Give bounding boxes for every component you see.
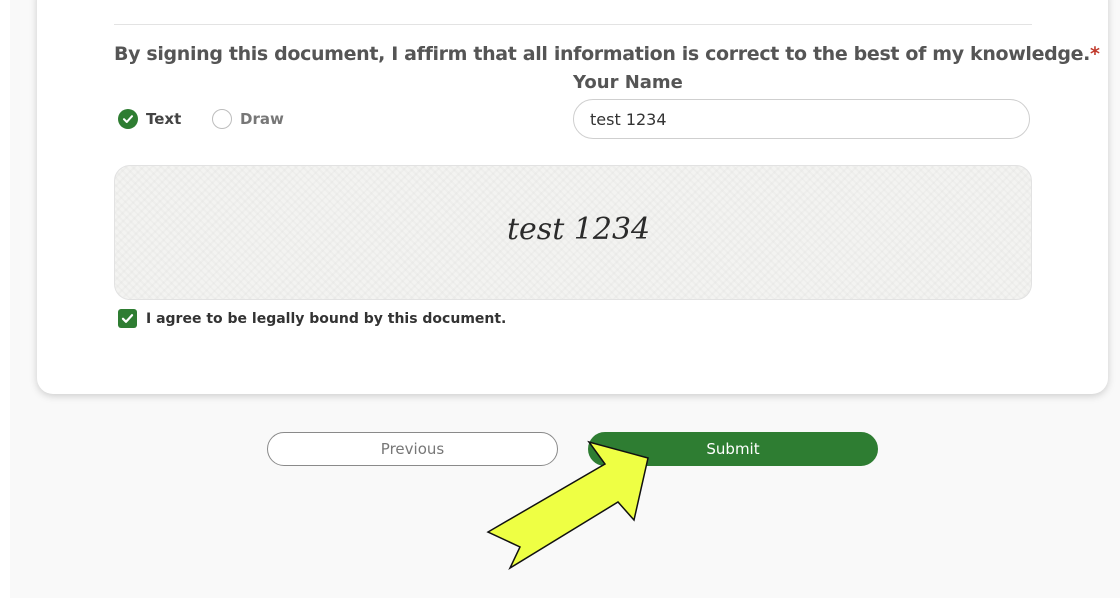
mode-text-label: Text — [146, 110, 182, 128]
signature-preview-area[interactable]: test 1234 — [114, 165, 1032, 300]
agree-checkbox-row[interactable]: I agree to be legally bound by this docu… — [118, 309, 506, 328]
mode-draw-label: Draw — [240, 110, 284, 128]
checkmark-icon[interactable] — [118, 309, 137, 328]
required-marker: * — [1090, 43, 1100, 65]
signature-preview-text: test 1234 — [507, 212, 651, 247]
affirmation-text: By signing this document, I affirm that … — [114, 43, 1091, 65]
your-name-label: Your Name — [573, 72, 683, 93]
affirmation-statement: By signing this document, I affirm that … — [114, 43, 1100, 65]
agree-label: I agree to be legally bound by this docu… — [146, 310, 507, 327]
check-circle-icon — [118, 109, 138, 129]
section-divider — [114, 24, 1032, 25]
signature-mode-text[interactable]: Text — [118, 108, 181, 130]
arrow-pointer-icon — [486, 440, 649, 570]
your-name-input[interactable] — [573, 99, 1030, 139]
radio-empty-icon — [212, 109, 232, 129]
signature-mode-draw[interactable]: Draw — [212, 108, 284, 130]
